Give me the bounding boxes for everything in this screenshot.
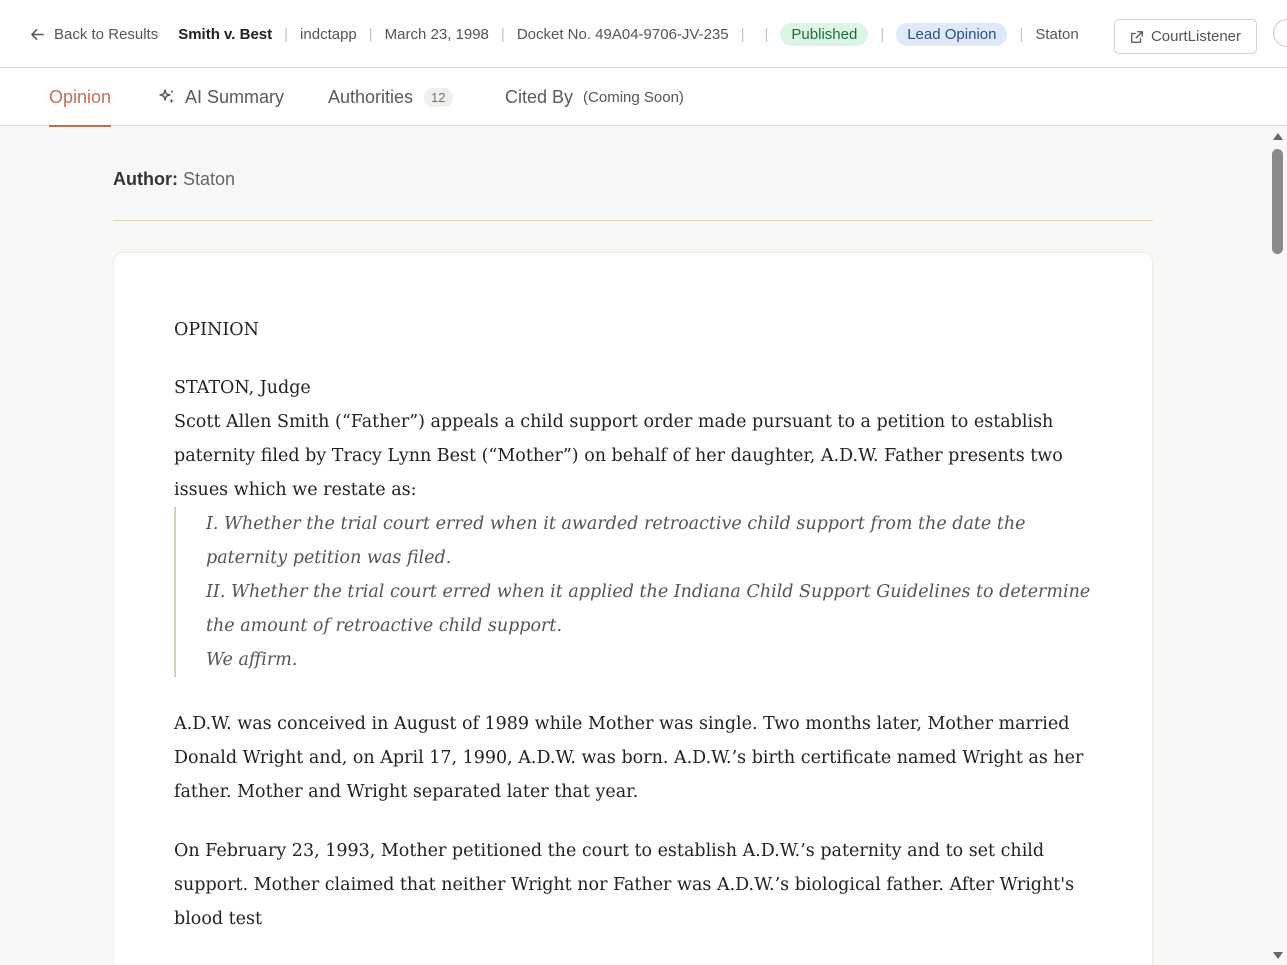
top-bar: Back to Results Smith v. Best | indctapp… — [0, 0, 1287, 68]
opinion-judge: STATON, Judge — [174, 378, 311, 398]
separator: | — [740, 25, 745, 43]
tab-label: Cited By — [505, 86, 574, 107]
status-badge: Published — [780, 22, 869, 46]
author-name: Staton — [183, 169, 236, 189]
coming-soon-note: (Coming Soon) — [583, 88, 684, 106]
tab-ai-summary[interactable]: AI Summary — [158, 68, 284, 126]
arrow-left-icon — [31, 28, 44, 40]
case-meta-bar: Back to Results Smith v. Best | indctapp… — [30, 0, 1079, 68]
tab-bar: Opinion AI Summary Authorities 12 Cited … — [0, 68, 1287, 127]
more-options-button[interactable] — [1273, 19, 1287, 47]
opinion-text: OPINION STATON, Judge Scott Allen Smith … — [174, 313, 1094, 936]
courtlistener-button[interactable]: CourtListener — [1114, 19, 1257, 54]
opinion-card: OPINION STATON, Judge Scott Allen Smith … — [113, 252, 1153, 965]
issue-blockquote: We affirm. — [174, 643, 1094, 677]
sparkle-icon — [159, 89, 174, 104]
authorities-count-badge: 12 — [424, 87, 453, 107]
tab-cited-by[interactable]: Cited By (Coming Soon) — [505, 68, 684, 126]
back-label: Back to Results — [54, 25, 159, 43]
scroll-up-arrow-icon[interactable] — [1273, 133, 1283, 140]
tab-label: AI Summary — [185, 86, 285, 107]
opinion-type-badge: Lead Opinion — [896, 22, 1008, 46]
court-code: indctapp — [300, 25, 357, 43]
tab-label: Authorities — [328, 86, 414, 107]
author-line: Author: Staton — [113, 169, 235, 190]
scrollbar-thumb[interactable] — [1272, 149, 1283, 254]
tab-authorities[interactable]: Authorities 12 — [328, 68, 453, 126]
separator: | — [368, 25, 373, 43]
scroll-down-arrow-icon[interactable] — [1273, 952, 1283, 959]
separator: | — [880, 25, 885, 43]
back-to-results-link[interactable]: Back to Results — [30, 26, 158, 43]
separator: | — [284, 25, 289, 43]
opinion-paragraph: On February 23, 1993, Mother petitioned … — [174, 841, 1075, 929]
docket-number: Docket No. 49A04-9706-JV-235 — [516, 25, 729, 43]
divider — [113, 220, 1153, 221]
opinion-heading: OPINION — [174, 320, 259, 340]
courtlistener-label: CourtListener — [1150, 28, 1242, 45]
external-link-icon — [1131, 30, 1143, 43]
opinion-paragraph: Scott Allen Smith (“Father”) appeals a c… — [174, 412, 1063, 500]
issue-blockquote: I. Whether the trial court erred when it… — [174, 507, 1094, 575]
author-label: Author: — [113, 169, 178, 189]
issue-blockquote: II. Whether the trial court erred when i… — [174, 575, 1094, 643]
decision-date: March 23, 1998 — [384, 25, 489, 43]
tab-opinion[interactable]: Opinion — [49, 68, 112, 127]
header-author: Staton — [1035, 25, 1079, 43]
opinion-paragraph: A.D.W. was conceived in August of 1989 w… — [174, 714, 1084, 802]
scrollbar[interactable] — [1268, 126, 1287, 965]
separator: | — [500, 25, 505, 43]
case-title: Smith v. Best — [178, 25, 273, 43]
separator: | — [1019, 25, 1024, 43]
separator: | — [764, 25, 769, 43]
tab-label: Opinion — [49, 86, 112, 107]
